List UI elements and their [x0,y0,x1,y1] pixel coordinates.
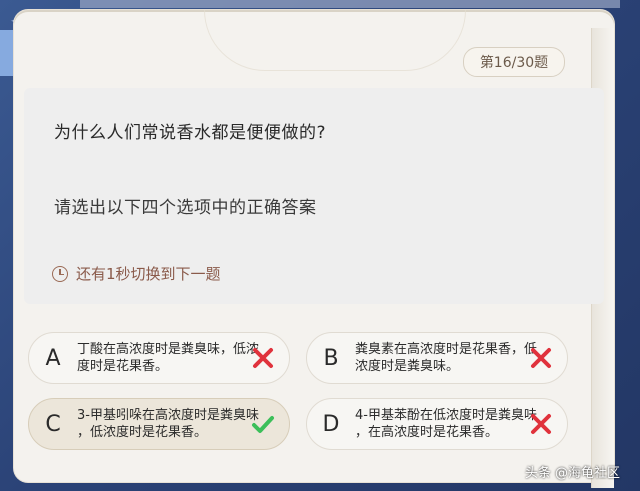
option-text: 4-甲基苯酚在低浓度时是粪臭味 ，在高浓度时是花果香。 [355,407,551,441]
option-d-button[interactable]: D 4-甲基苯酚在低浓度时是粪臭味 ，在高浓度时是花果香。 [306,398,568,450]
cross-icon [531,414,551,434]
option-letter: A [45,345,61,371]
option-line: ，低浓度时是花果香。 [77,425,208,440]
option-line: 丁酸在高浓度时是粪臭味，低浓 [77,342,260,357]
option-line: 3-甲基吲哚在高浓度时是粪臭味 [77,408,259,423]
option-text: 丁酸在高浓度时是粪臭味，低浓 度时是花果香。 [77,341,273,375]
option-line: ，在高浓度时是花果香。 [355,425,499,440]
option-letter: C [45,411,61,437]
clock-icon [52,265,68,282]
option-letter: D [322,411,340,437]
option-line: 浓度时是粪臭味。 [355,359,460,374]
cross-icon [253,348,273,368]
option-c-button[interactable]: C 3-甲基吲哚在高浓度时是粪臭味 ，低浓度时是花果香。 [28,398,290,450]
watermark: 头条 @海龟社区 [524,466,620,481]
option-line: 粪臭素在高浓度时是花果香，低 [355,342,538,357]
top-tab-strip [80,0,620,8]
option-line: 4-甲基苯酚在低浓度时是粪臭味 [355,408,537,423]
option-a-button[interactable]: A 丁酸在高浓度时是粪臭味，低浓 度时是花果香。 [28,332,290,384]
option-b-button[interactable]: B 粪臭素在高浓度时是花果香，低 浓度时是粪臭味。 [306,332,568,384]
instruction-text: 请选出以下四个选项中的正确答案 [54,198,317,218]
option-letter: B [323,345,339,371]
option-text: 粪臭素在高浓度时是花果香，低 浓度时是粪臭味。 [355,341,551,375]
question-counter: 第16/30题 [463,47,565,77]
option-line: 度时是花果香。 [77,359,169,374]
cross-icon [531,348,551,368]
option-text: 3-甲基吲哚在高浓度时是粪臭味 ，低浓度时是花果香。 [77,407,273,441]
question-text: 为什么人们常说香水都是便便做的? [54,123,327,143]
countdown-text: 还有1秒切换到下一题 [76,265,221,283]
check-icon [252,416,274,433]
card-ornament [204,10,466,71]
countdown: 还有1秒切换到下一题 [52,263,221,284]
